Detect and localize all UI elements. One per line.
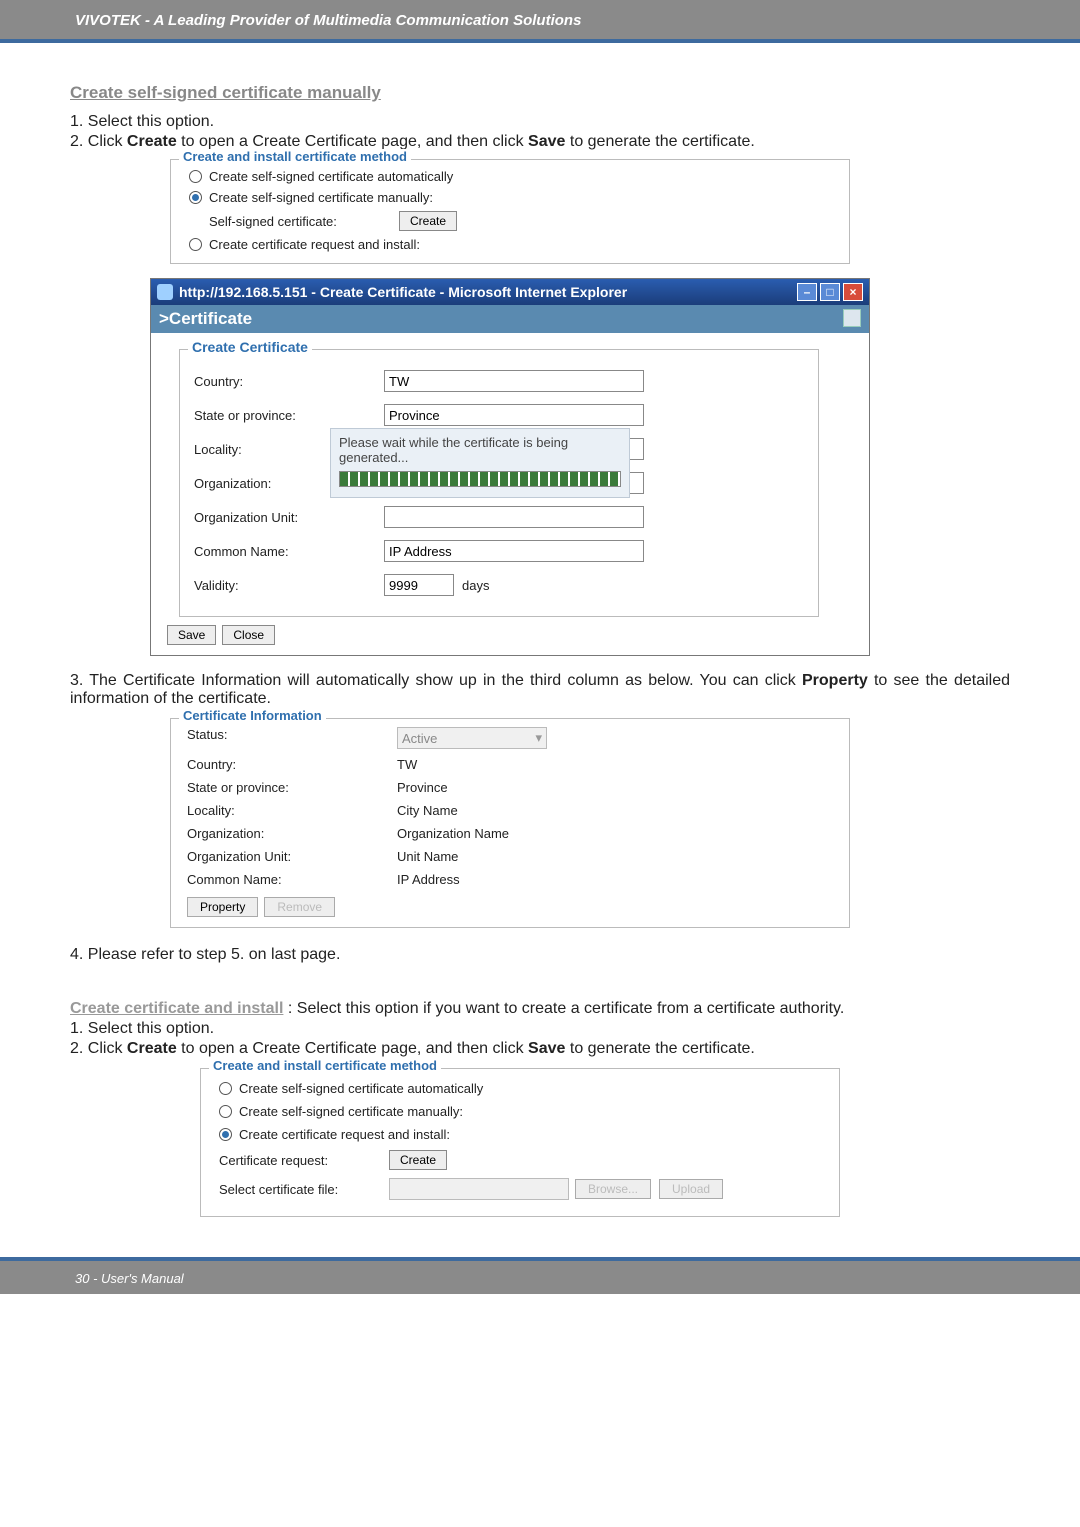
popup-body: >Certificate Create Certificate Country:… <box>151 305 869 655</box>
section3-text: 3. The Certificate Information will auto… <box>70 672 1010 708</box>
generating-message: Please wait while the certificate is bei… <box>330 428 630 498</box>
radio-icon-checked[interactable] <box>189 191 202 204</box>
fs2-opt-request[interactable]: Create certificate request and install: <box>201 1123 839 1146</box>
page-header: VIVOTEK - A Leading Provider of Multimed… <box>0 0 1080 43</box>
info-state: Province <box>397 780 448 795</box>
create-cert-fieldset: Create Certificate Country: State or pro… <box>179 349 819 617</box>
step4-text: 4. Please refer to step 5. on last page. <box>70 946 1010 964</box>
cert-heading: >Certificate <box>151 305 869 333</box>
browse-button: Browse... <box>575 1179 651 1199</box>
maximize-icon[interactable]: □ <box>820 283 840 301</box>
certinfo-buttons: Property Remove <box>171 891 849 917</box>
cert-info-fieldset: Certificate Information Status: Active▾ … <box>170 718 850 928</box>
selectfile-row: Select certificate file: Browse... Uploa… <box>201 1174 839 1204</box>
opt-manual[interactable]: Create self-signed certificate manually: <box>171 187 849 208</box>
fieldset1-legend: Create and install certificate method <box>179 149 411 164</box>
close-icon[interactable]: × <box>843 283 863 301</box>
radio-icon[interactable] <box>189 170 202 183</box>
remove-button: Remove <box>264 897 335 917</box>
info-country: TW <box>397 757 417 772</box>
property-button[interactable]: Property <box>187 897 258 917</box>
create-method-fieldset: Create and install certificate method Cr… <box>170 159 850 264</box>
create-cert-legend: Create Certificate <box>188 339 312 355</box>
opt-auto[interactable]: Create self-signed certificate automatic… <box>171 166 849 187</box>
info-cn: IP Address <box>397 872 460 887</box>
certreq-row: Certificate request: Create <box>201 1146 839 1174</box>
save-button[interactable]: Save <box>167 625 216 645</box>
section2: Create certificate and install : Select … <box>70 1000 1010 1058</box>
section1-heading: Create self-signed certificate manually <box>70 83 1010 103</box>
opt-request[interactable]: Create certificate request and install: <box>171 234 849 255</box>
create-button[interactable]: Create <box>399 211 457 231</box>
info-org: Organization Name <box>397 826 509 841</box>
state-input[interactable] <box>384 404 644 426</box>
info-locality: City Name <box>397 803 458 818</box>
radio-icon[interactable] <box>219 1082 232 1095</box>
validity-input[interactable] <box>384 574 454 596</box>
info-orgunit: Unit Name <box>397 849 458 864</box>
fs2-opt-auto[interactable]: Create self-signed certificate automatic… <box>201 1077 839 1100</box>
header-title: VIVOTEK - A Leading Provider of Multimed… <box>75 12 581 29</box>
certinfo-legend: Certificate Information <box>179 708 326 723</box>
file-input <box>389 1178 569 1200</box>
selfsigned-row: Self-signed certificate: Create <box>171 208 849 234</box>
close-button[interactable]: Close <box>222 625 275 645</box>
radio-icon[interactable] <box>189 238 202 251</box>
cn-input[interactable] <box>384 540 644 562</box>
create-cert-popup: http://192.168.5.151 - Create Certificat… <box>150 278 870 656</box>
section2-heading: Create certificate and install <box>70 1000 283 1017</box>
popup-title: http://192.168.5.151 - Create Certificat… <box>179 284 627 300</box>
fs2-opt-manual[interactable]: Create self-signed certificate manually: <box>201 1100 839 1123</box>
upload-button: Upload <box>659 1179 723 1199</box>
minimize-icon[interactable]: – <box>797 283 817 301</box>
radio-icon-checked[interactable] <box>219 1128 232 1141</box>
footer-text: 30 - User's Manual <box>75 1271 184 1286</box>
chevron-down-icon: ▾ <box>535 730 542 746</box>
create-button-2[interactable]: Create <box>389 1150 447 1170</box>
ie-icon <box>157 284 173 300</box>
status-select: Active▾ <box>397 727 547 749</box>
window-buttons: – □ × <box>797 283 863 301</box>
create-method-fieldset-2: Create and install certificate method Cr… <box>200 1068 840 1217</box>
section2-step1: 1. Select this option. <box>70 1020 1010 1038</box>
fieldset2-legend: Create and install certificate method <box>209 1058 441 1073</box>
section2-step2: 2. Click Create to open a Create Certifi… <box>70 1040 1010 1058</box>
country-input[interactable] <box>384 370 644 392</box>
content-area: Create self-signed certificate manually … <box>0 43 1080 1217</box>
orgunit-input[interactable] <box>384 506 644 528</box>
radio-icon[interactable] <box>219 1105 232 1118</box>
section1-step1: 1. Select this option. <box>70 113 1010 131</box>
popup-titlebar[interactable]: http://192.168.5.151 - Create Certificat… <box>151 279 869 305</box>
progress-bar <box>339 471 621 487</box>
page-footer: 30 - User's Manual <box>0 1257 1080 1294</box>
popup-buttons: Save Close <box>167 625 869 645</box>
